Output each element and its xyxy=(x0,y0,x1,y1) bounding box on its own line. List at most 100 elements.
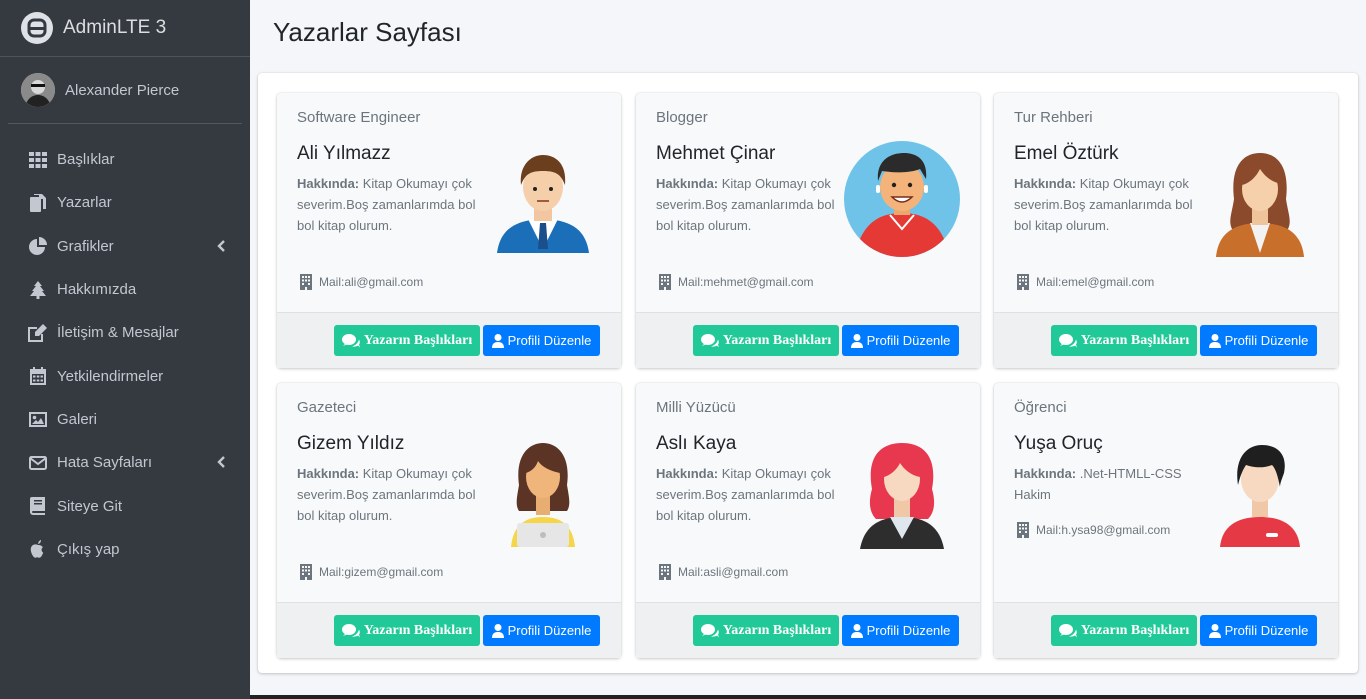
button-label: Yazarın Başlıkları xyxy=(722,332,832,348)
mail-text: Mail:h.ysa98@gmail.com xyxy=(1036,523,1171,537)
sidebar-item-siteye-git[interactable]: Siteye Git xyxy=(0,484,250,527)
author-name: Yuşa Oruç xyxy=(1014,433,1103,454)
envelope-icon xyxy=(28,453,47,472)
card-footer: Yazarın Başlıkları Profili Düzenle xyxy=(994,602,1338,658)
author-avatar xyxy=(1200,429,1320,549)
card-footer: Yazarın Başlıkları Profili Düzenle xyxy=(277,602,621,658)
author-avatar xyxy=(842,429,962,549)
author-name: Mehmet Çinar xyxy=(656,143,776,164)
user-icon xyxy=(491,333,504,348)
mail-text: Mail:mehmet@gmail.com xyxy=(678,275,814,289)
sidebar-item-label: Grafikler xyxy=(57,237,114,255)
author-name: Aslı Kaya xyxy=(656,433,737,454)
user-icon xyxy=(1208,623,1221,638)
card-footer: Yazarın Başlıkları Profili Düzenle xyxy=(636,312,980,368)
sidebar-item-cikis-yap[interactable]: Çıkış yap xyxy=(0,528,250,571)
brand-link[interactable]: AdminLTE 3 xyxy=(0,0,250,57)
author-titles-button[interactable]: Yazarın Başlıkları xyxy=(693,325,839,356)
sidebar-item-hakkimizda[interactable]: Hakkımızda xyxy=(0,268,250,311)
main-content: Yazarlar Sayfası Software Engineer Ali Y… xyxy=(250,0,1366,699)
button-label: Profili Düzenle xyxy=(507,623,592,638)
brand-logo-icon xyxy=(21,12,53,44)
author-role: Software Engineer xyxy=(297,109,421,126)
comments-icon xyxy=(700,623,719,637)
edit-profile-button[interactable]: Profili Düzenle xyxy=(1200,615,1317,646)
sidebar-item-basliklar[interactable]: Başlıklar xyxy=(0,138,250,181)
grid-icon xyxy=(28,150,47,169)
author-role: Milli Yüzücü xyxy=(656,399,736,416)
sidebar-item-hata-sayfalari[interactable]: Hata Sayfaları xyxy=(0,441,250,484)
card-footer: Yazarın Başlıkları Profili Düzenle xyxy=(994,312,1338,368)
author-card: Gazeteci Gizem Yıldız Hakkında: Kitap Ok… xyxy=(277,383,621,658)
author-role: Gazeteci xyxy=(297,399,357,416)
button-label: Profili Düzenle xyxy=(1224,333,1309,348)
chevron-left-icon xyxy=(216,455,228,469)
mail-text: Mail:ali@gmail.com xyxy=(319,275,424,289)
about-label: Hakkında: xyxy=(297,176,360,191)
author-role: Blogger xyxy=(656,109,708,126)
author-about: Hakkında: Kitap Okumayı çok severim.Boş … xyxy=(1014,173,1194,236)
sidebar-item-label: Çıkış yap xyxy=(57,540,120,558)
user-panel[interactable]: Alexander Pierce xyxy=(8,57,242,124)
sidebar-item-label: Yetkilendirmeler xyxy=(57,367,164,385)
edit-profile-button[interactable]: Profili Düzenle xyxy=(842,325,959,356)
mail-text: Mail:gizem@gmail.com xyxy=(319,565,444,579)
author-avatar xyxy=(483,139,603,259)
sidebar-item-iletisim[interactable]: İletişim & Mesajlar xyxy=(0,311,250,354)
author-mail: Mail:asli@gmail.com xyxy=(658,564,788,580)
footer-edge xyxy=(250,695,1366,699)
card-footer: Yazarın Başlıkları Profili Düzenle xyxy=(277,312,621,368)
author-card: Öğrenci Yuşa Oruç Hakkında: .Net-HTMLL-C… xyxy=(994,383,1338,658)
edit-profile-button[interactable]: Profili Düzenle xyxy=(483,325,600,356)
author-titles-button[interactable]: Yazarın Başlıkları xyxy=(1051,325,1197,356)
user-icon xyxy=(850,333,863,348)
author-about: Hakkında: Kitap Okumayı çok severim.Boş … xyxy=(656,173,836,236)
about-label: Hakkında: xyxy=(656,176,719,191)
author-name: Gizem Yıldız xyxy=(297,433,405,454)
author-titles-button[interactable]: Yazarın Başlıkları xyxy=(693,615,839,646)
author-card: Tur Rehberi Emel Öztürk Hakkında: Kitap … xyxy=(994,93,1338,368)
user-icon xyxy=(850,623,863,638)
building-icon xyxy=(300,564,312,580)
edit-profile-button[interactable]: Profili Düzenle xyxy=(842,615,959,646)
edit-profile-button[interactable]: Profili Düzenle xyxy=(483,615,600,646)
author-avatar xyxy=(842,139,962,259)
sidebar-item-label: Hata Sayfaları xyxy=(57,454,153,472)
page-title: Yazarlar Sayfası xyxy=(273,17,462,47)
comments-icon xyxy=(341,333,360,347)
mail-text: Mail:emel@gmail.com xyxy=(1036,275,1155,289)
sidebar-item-grafikler[interactable]: Grafikler xyxy=(0,225,250,268)
chevron-left-icon xyxy=(216,239,228,253)
sidebar-item-label: Galeri xyxy=(57,410,98,428)
sidebar-item-label: Yazarlar xyxy=(57,194,112,212)
sidebar-item-label: Başlıklar xyxy=(57,151,115,169)
author-about: Hakkında: .Net-HTMLL-CSS Hakim xyxy=(1014,463,1194,505)
about-label: Hakkında: xyxy=(656,466,719,481)
edit-profile-button[interactable]: Profili Düzenle xyxy=(1200,325,1317,356)
author-mail: Mail:h.ysa98@gmail.com xyxy=(1016,522,1170,538)
author-titles-button[interactable]: Yazarın Başlıkları xyxy=(334,615,480,646)
edit-icon xyxy=(28,323,47,342)
sidebar-item-label: Siteye Git xyxy=(57,497,123,515)
about-label: Hakkında: xyxy=(1014,466,1077,481)
apple-icon xyxy=(28,540,47,559)
sidebar-item-galeri[interactable]: Galeri xyxy=(0,398,250,441)
sidebar-item-yazarlar[interactable]: Yazarlar xyxy=(0,181,250,224)
button-label: Yazarın Başlıkları xyxy=(363,622,473,638)
button-label: Profili Düzenle xyxy=(866,623,951,638)
author-role: Öğrenci xyxy=(1014,399,1067,416)
building-icon xyxy=(1017,522,1029,538)
calendar-icon xyxy=(28,367,47,386)
author-titles-button[interactable]: Yazarın Başlıkları xyxy=(334,325,480,356)
author-card: Software Engineer Ali Yılmazz Hakkında: … xyxy=(277,93,621,368)
author-card: Milli Yüzücü Aslı Kaya Hakkında: Kitap O… xyxy=(636,383,980,658)
user-avatar xyxy=(21,73,55,107)
brand-name: AdminLTE 3 xyxy=(63,17,167,38)
author-about: Hakkında: Kitap Okumayı çok severim.Boş … xyxy=(297,173,477,236)
button-label: Profili Düzenle xyxy=(866,333,951,348)
author-titles-button[interactable]: Yazarın Başlıkları xyxy=(1051,615,1197,646)
sidebar-item-yetkilendirmeler[interactable]: Yetkilendirmeler xyxy=(0,354,250,397)
building-icon xyxy=(1017,274,1029,290)
tree-icon xyxy=(28,280,47,299)
card-footer: Yazarın Başlıkları Profili Düzenle xyxy=(636,602,980,658)
